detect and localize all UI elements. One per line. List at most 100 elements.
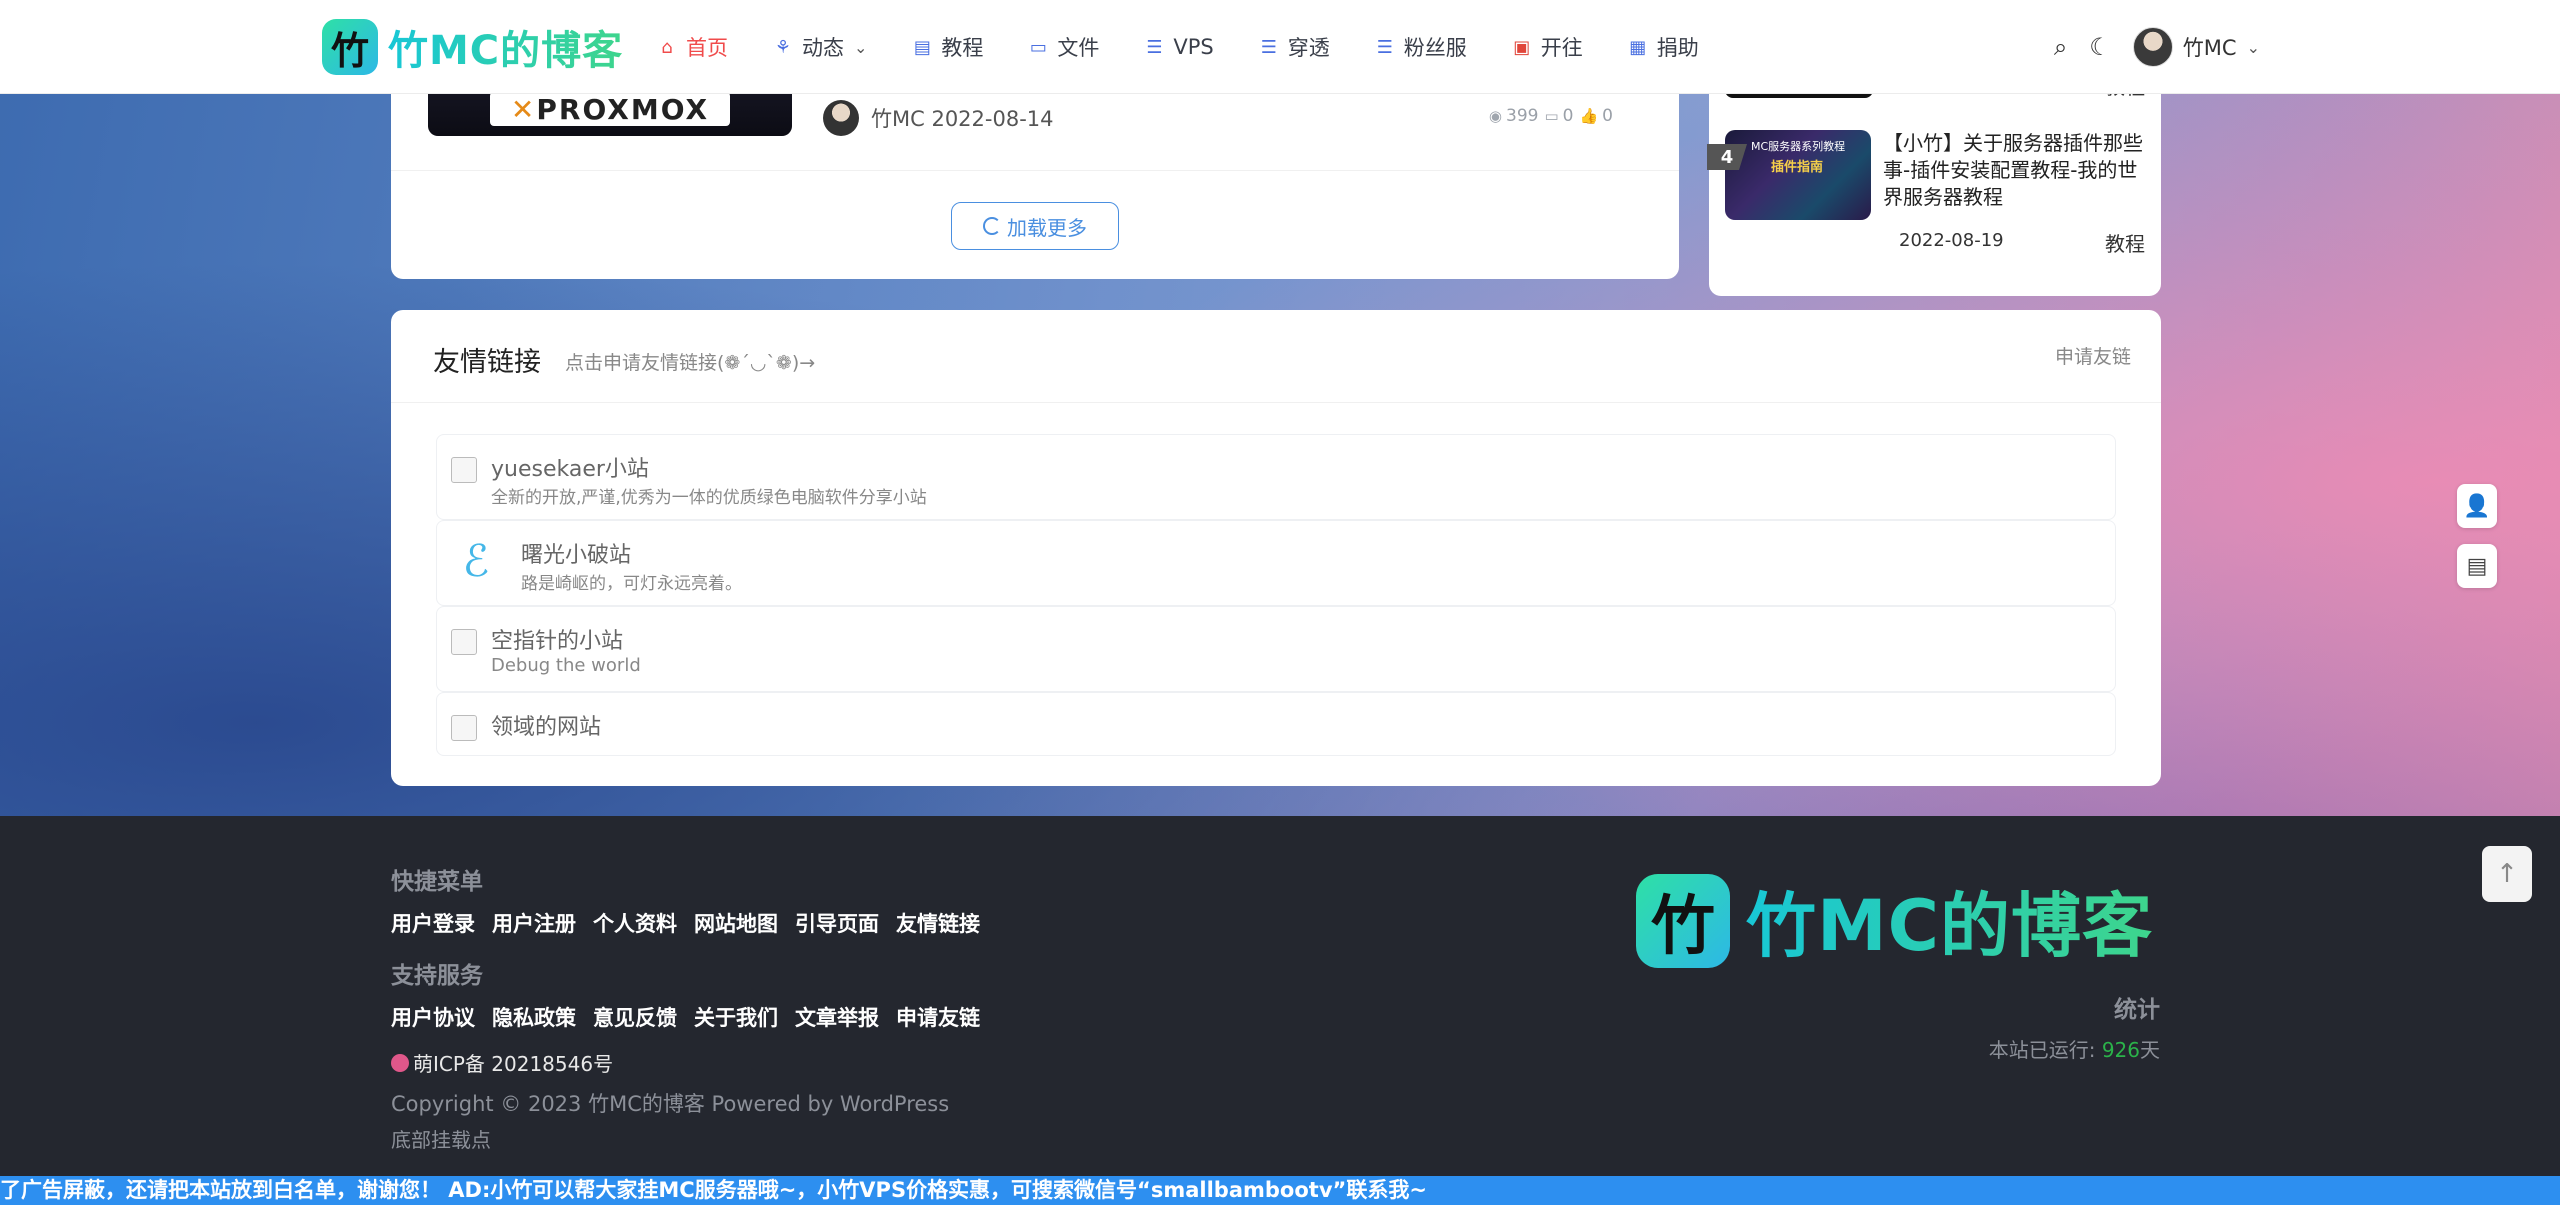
user-icon: 👤 bbox=[2463, 493, 2491, 519]
site-uptime: 本站已运行: 926天 bbox=[1989, 1034, 2160, 1063]
footer-site-name: 竹MC的博客 bbox=[1746, 870, 2153, 971]
server-icon: ☰ bbox=[1146, 36, 1163, 58]
document-icon: ▤ bbox=[2466, 553, 2488, 579]
avatar[interactable] bbox=[823, 100, 859, 136]
thumb-text: PROXMOX bbox=[536, 92, 710, 126]
server-icon: ☰ bbox=[1376, 36, 1393, 58]
nav-home[interactable]: ⌂ 首页 bbox=[656, 32, 728, 62]
post-title[interactable]: 【小竹】关于服务器插件那些事-插件安装配置教程-我的世界服务器教程 bbox=[1883, 130, 2143, 211]
back-to-top-button[interactable]: ↑ bbox=[2482, 846, 2532, 902]
broken-image-icon bbox=[451, 629, 477, 655]
activity-icon: ⚘ bbox=[774, 36, 792, 58]
site-header: 竹 竹MC的博客 ⌂ 首页 ⚘ 动态 ⌄ ▤ 教程 ▭ 文件 ☰ VPS ☰ 穿… bbox=[0, 0, 2560, 94]
post-meta: 竹MC 2022-08-14 bbox=[823, 100, 1054, 136]
friend-link-name: 领域的网站 bbox=[491, 715, 602, 740]
footer-link[interactable]: 用户注册 bbox=[492, 908, 576, 938]
nav-fan-server[interactable]: ☰ 粉丝服 bbox=[1374, 32, 1467, 62]
nav-label: 捐助 bbox=[1656, 36, 1699, 60]
likes-count: 0 bbox=[1602, 106, 1613, 126]
sidebar-popular-card: 2021-02-02 教程 MC服务器系列教程 插件指南 4 【小竹】关于服务器… bbox=[1707, 60, 2161, 296]
divider bbox=[391, 402, 2161, 403]
broken-image-icon bbox=[451, 457, 477, 483]
nav-label: 文件 bbox=[1057, 36, 1100, 60]
announcement-ticker: 了广告屏蔽，还请把本站放到白名单，谢谢您！ AD:小竹可以帮大家挂MC服务器哦~… bbox=[0, 1176, 2560, 1205]
dawn-logo-icon: ℰ bbox=[462, 536, 490, 587]
search-icon[interactable]: ⌕ bbox=[2054, 33, 2067, 61]
spinner-icon bbox=[983, 217, 1001, 235]
friend-link-item[interactable]: 领域的网站 bbox=[436, 692, 2116, 756]
nav-donate[interactable]: ▦ 捐助 bbox=[1627, 32, 1699, 62]
nav-label: 粉丝服 bbox=[1403, 36, 1467, 60]
footer-link[interactable]: 文章举报 bbox=[795, 1002, 879, 1032]
support-menu: 用户协议 隐私政策 意见反馈 关于我们 文章举报 申请友链 bbox=[391, 1002, 997, 1032]
chevron-down-icon: ⌄ bbox=[854, 37, 868, 57]
footer-link[interactable]: 用户协议 bbox=[391, 1002, 475, 1032]
copyright: Copyright © 2023 竹MC的博客 Powered by WordP… bbox=[391, 1092, 950, 1116]
apply-link-hint[interactable]: 点击申请友情链接(❁´◡`❁)→ bbox=[565, 348, 815, 375]
apply-link-button[interactable]: 申请友链 bbox=[2055, 342, 2131, 369]
eye-icon: ◉ bbox=[1488, 107, 1503, 125]
site-footer: 快捷菜单 用户登录 用户注册 个人资料 网站地图 引导页面 友情链接 支持服务 … bbox=[0, 816, 2560, 1176]
footer-link[interactable]: 关于我们 bbox=[694, 1002, 778, 1032]
footer-link[interactable]: 意见反馈 bbox=[593, 1002, 677, 1032]
home-icon: ⌂ bbox=[661, 36, 673, 58]
section-title: 友情链接 bbox=[433, 347, 541, 378]
arrow-up-icon: ↑ bbox=[2496, 859, 2518, 889]
friend-link-desc: 路是崎岖的，可灯永远亮着。 bbox=[521, 574, 742, 594]
nav-files[interactable]: ▭ 文件 bbox=[1027, 32, 1100, 62]
book-icon: ▤ bbox=[913, 36, 931, 58]
nav-tutorial[interactable]: ▤ 教程 bbox=[911, 32, 984, 62]
friend-link-name: 曙光小破站 bbox=[521, 543, 632, 568]
stats-heading: 统计 bbox=[2114, 997, 2160, 1023]
friend-link-desc: Debug the world bbox=[491, 655, 641, 676]
friend-link-desc: 全新的开放,严谨,优秀为一体的优质绿色电脑软件分享小站 bbox=[491, 488, 927, 508]
footer-heading: 快捷菜单 bbox=[391, 869, 483, 895]
friend-link-item[interactable]: yuesekaer小站 全新的开放,严谨,优秀为一体的优质绿色电脑软件分享小站 bbox=[436, 434, 2116, 520]
nav-travel[interactable]: ▣ 开往 bbox=[1511, 32, 1583, 62]
footer-link[interactable]: 申请友链 bbox=[896, 1002, 980, 1032]
uptime-days: 926 bbox=[2101, 1038, 2140, 1062]
avatar[interactable] bbox=[2132, 27, 2173, 67]
footer-link[interactable]: 隐私政策 bbox=[492, 1002, 576, 1032]
chevron-down-icon[interactable]: ⌄ bbox=[2247, 38, 2260, 57]
user-center-button[interactable]: 👤 bbox=[2457, 484, 2497, 528]
site-logo[interactable]: 竹 竹MC的博客 bbox=[322, 18, 623, 76]
footer-mount-point: 底部挂载点 bbox=[391, 1128, 491, 1152]
footer-link[interactable]: 引导页面 bbox=[795, 908, 879, 938]
footer-link[interactable]: 友情链接 bbox=[896, 908, 980, 938]
folder-icon: ▭ bbox=[1029, 36, 1047, 58]
broken-image-icon bbox=[451, 715, 477, 741]
icp-record[interactable]: 萌ICP备 20218546号 bbox=[391, 1048, 613, 1077]
nav-activity[interactable]: ⚘ 动态 ⌄ bbox=[772, 32, 867, 62]
friend-links-card: 友情链接 点击申请友情链接(❁´◡`❁)→ 申请友链 yuesekaer小站 全… bbox=[391, 310, 2161, 786]
friend-link-item[interactable]: ℰ 曙光小破站 路是崎岖的，可灯永远亮着。 bbox=[436, 520, 2116, 606]
footer-link[interactable]: 个人资料 bbox=[593, 908, 677, 938]
nav-label: 穿透 bbox=[1287, 36, 1330, 60]
footer-heading: 支持服务 bbox=[391, 963, 483, 989]
icp-badge-icon bbox=[391, 1053, 409, 1072]
user-name[interactable]: 竹MC bbox=[2183, 32, 2237, 62]
nav-label: 动态 bbox=[802, 36, 844, 60]
reading-mode-button[interactable]: ▤ bbox=[2457, 544, 2497, 588]
site-name: 竹MC的博客 bbox=[388, 18, 623, 76]
post-category[interactable]: 教程 bbox=[2105, 228, 2145, 257]
footer-link[interactable]: 网站地图 bbox=[694, 908, 778, 938]
friend-link-name: yuesekaer小站 bbox=[491, 457, 649, 482]
donate-icon: ▦ bbox=[1629, 36, 1647, 58]
nav-label: 开往 bbox=[1540, 36, 1583, 60]
uptime-suffix: 天 bbox=[2140, 1038, 2160, 1062]
nav-vps[interactable]: ☰ VPS bbox=[1143, 35, 1213, 59]
logo-mark: 竹 bbox=[322, 19, 378, 75]
load-more-button[interactable]: 加载更多 bbox=[951, 202, 1119, 250]
dark-mode-icon[interactable]: ☾ bbox=[2089, 33, 2111, 61]
friend-link-item[interactable]: 空指针的小站 Debug the world bbox=[436, 606, 2116, 692]
footer-link[interactable]: 用户登录 bbox=[391, 908, 475, 938]
comment-icon: ▭ bbox=[1544, 107, 1559, 125]
comments-count: 0 bbox=[1562, 106, 1574, 126]
nav-label: 首页 bbox=[686, 36, 728, 60]
load-more-label: 加载更多 bbox=[1007, 215, 1087, 240]
nav-tunnel[interactable]: ☰ 穿透 bbox=[1258, 32, 1330, 62]
nav-label: VPS bbox=[1173, 35, 1214, 59]
post-thumbnail[interactable]: MC服务器系列教程 插件指南 bbox=[1725, 130, 1871, 220]
footer-logo: 竹 竹MC的博客 bbox=[1636, 870, 2153, 971]
